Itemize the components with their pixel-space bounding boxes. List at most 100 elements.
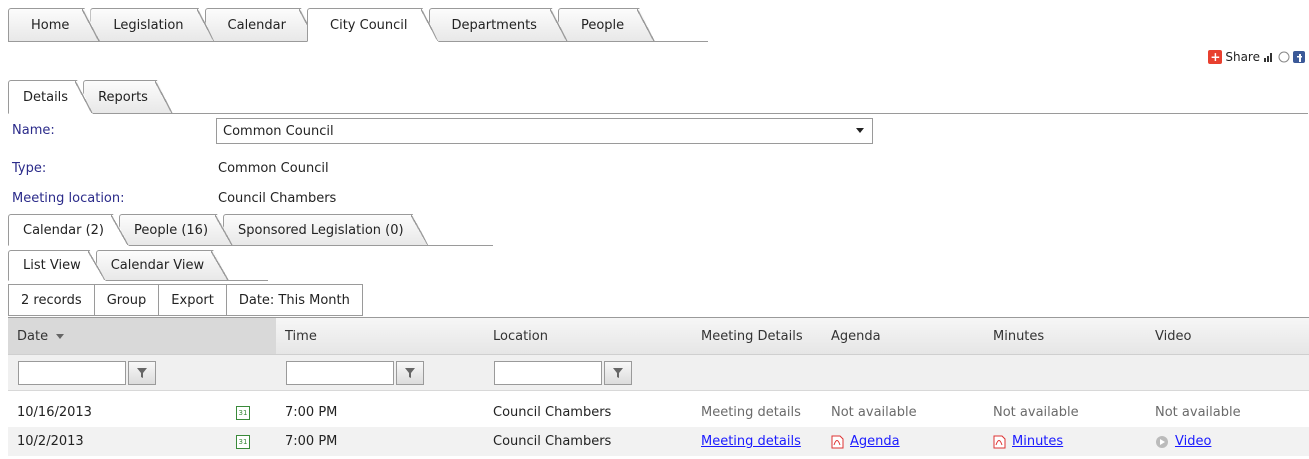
time-filter-button[interactable]	[396, 360, 424, 385]
tab-home[interactable]: Home	[8, 8, 100, 42]
date-filter-cell	[8, 355, 276, 390]
filter-icon	[613, 367, 623, 378]
time-cell: 7:00 PM	[285, 434, 338, 449]
name-select-value: Common Council	[223, 123, 334, 139]
date-value: 10/2/2013	[17, 434, 84, 449]
time-cell: 7:00 PM	[285, 405, 338, 420]
tab-label: Details	[23, 89, 69, 105]
tab-calendar-list[interactable]: Calendar (2)	[8, 214, 129, 246]
col-header-label: Agenda	[831, 328, 881, 344]
time-filter-input[interactable]	[286, 360, 394, 385]
tab-label: People	[580, 17, 625, 33]
minutes-link[interactable]: Minutes	[1012, 434, 1063, 449]
col-header-date[interactable]: Date	[8, 318, 276, 354]
filter-icon	[137, 367, 147, 378]
filter-icon	[405, 367, 415, 378]
tab-sponsored-legislation[interactable]: Sponsored Legislation (0)	[223, 214, 429, 246]
tab-label: Reports	[98, 89, 148, 105]
group-button[interactable]: Group	[95, 285, 160, 315]
view-tabs: List View Calendar View	[8, 250, 219, 281]
tab-label: Legislation	[113, 17, 184, 33]
date-filter-button[interactable]: Date: This Month	[227, 285, 362, 315]
top-nav-tabs: Home Legislation Calendar City Council D…	[8, 8, 645, 42]
meeting-location-value: Council Chambers	[218, 191, 337, 206]
table-row: 10/2/2013 31 7:00 PM Council Chambers Me…	[8, 427, 1309, 456]
location-filter-cell	[484, 355, 692, 390]
share-widget[interactable]: + Share	[1208, 48, 1305, 66]
minutes-cell: Minutes	[984, 427, 1146, 456]
col-header-label: Minutes	[993, 328, 1045, 344]
date-cell: 10/2/2013 31	[8, 427, 276, 456]
col-header-label: Location	[493, 328, 548, 344]
grid-header: Date Time Location Meeting Details Agend…	[8, 317, 1309, 355]
bar-chart-icon	[1264, 53, 1272, 62]
col-header-agenda: Agenda	[822, 318, 984, 354]
tab-label: People (16)	[134, 222, 209, 238]
name-select[interactable]: Common Council	[216, 118, 873, 144]
date-filter-input[interactable]	[18, 360, 126, 385]
records-count-button[interactable]: 2 records	[9, 285, 95, 315]
share-label: Share	[1225, 50, 1260, 64]
col-header-location[interactable]: Location	[484, 318, 692, 354]
video-cell: Not available	[1155, 405, 1241, 420]
col-header-video: Video	[1146, 318, 1309, 354]
tab-label: Calendar (2)	[23, 222, 105, 238]
tab-details[interactable]: Details	[8, 80, 93, 114]
agenda-cell: Agenda	[822, 427, 984, 456]
type-label: Type:	[12, 161, 47, 176]
facebook-icon	[1293, 51, 1305, 63]
share-icon	[1278, 51, 1290, 63]
export-button[interactable]: Export	[159, 285, 227, 315]
chevron-down-icon	[856, 128, 864, 133]
video-cell: Video	[1146, 427, 1309, 456]
agenda-link[interactable]: Agenda	[850, 434, 900, 449]
col-header-label: Time	[285, 328, 317, 344]
tab-calendar-view[interactable]: Calendar View	[96, 250, 229, 281]
tab-list-view[interactable]: List View	[8, 250, 106, 281]
tab-calendar[interactable]: Calendar	[205, 8, 317, 42]
name-label: Name:	[12, 123, 55, 138]
tab-label: Calendar View	[110, 258, 205, 273]
tab-people[interactable]: People	[558, 8, 655, 42]
sort-desc-icon	[56, 333, 65, 339]
meetings-grid: Date Time Location Meeting Details Agend…	[8, 317, 1309, 456]
detail-tabs-baseline	[8, 113, 1308, 114]
date-filter-button[interactable]	[128, 360, 156, 385]
tab-label: City Council	[330, 17, 408, 33]
time-filter-cell	[276, 355, 484, 390]
video-link[interactable]: Video	[1175, 434, 1211, 449]
col-header-time[interactable]: Time	[276, 318, 484, 354]
col-header-label: Date	[17, 328, 49, 344]
tab-people-count[interactable]: People (16)	[119, 214, 233, 246]
share-plus-icon: +	[1208, 50, 1223, 64]
tab-city-council[interactable]: City Council	[307, 8, 439, 42]
tab-label: Home	[31, 17, 70, 33]
col-header-label: Meeting Details	[701, 328, 803, 344]
tab-label: Departments	[451, 17, 537, 33]
col-header-meeting-details: Meeting Details	[692, 318, 822, 354]
col-header-label: Video	[1155, 328, 1192, 344]
date-cell: 10/16/2013 31	[8, 398, 276, 427]
location-cell: Council Chambers	[493, 405, 612, 420]
col-header-minutes: Minutes	[984, 318, 1146, 354]
tab-label: Sponsored Legislation (0)	[238, 222, 404, 238]
tab-reports[interactable]: Reports	[83, 80, 173, 114]
location-filter-input[interactable]	[494, 360, 602, 385]
tab-legislation[interactable]: Legislation	[90, 8, 214, 42]
tab-label: Calendar	[227, 17, 286, 33]
tab-departments[interactable]: Departments	[429, 8, 568, 42]
sub-tabs: Calendar (2) People (16) Sponsored Legis…	[8, 214, 419, 246]
location-filter-button[interactable]	[604, 360, 632, 385]
location-cell: Council Chambers	[493, 434, 612, 449]
pdf-icon	[831, 435, 844, 448]
date-value: 10/16/2013	[17, 405, 92, 420]
calendar-icon[interactable]: 31	[236, 434, 250, 449]
tab-label: List View	[23, 258, 81, 273]
type-value: Common Council	[218, 161, 329, 176]
meeting-details-cell: Meeting details	[701, 405, 801, 420]
meeting-location-label: Meeting location:	[12, 191, 125, 206]
calendar-icon[interactable]: 31	[236, 405, 250, 420]
minutes-cell: Not available	[993, 405, 1079, 420]
table-row: 10/16/2013 31 7:00 PM Council Chambers M…	[8, 398, 1309, 427]
meeting-details-link[interactable]: Meeting details	[701, 434, 801, 449]
